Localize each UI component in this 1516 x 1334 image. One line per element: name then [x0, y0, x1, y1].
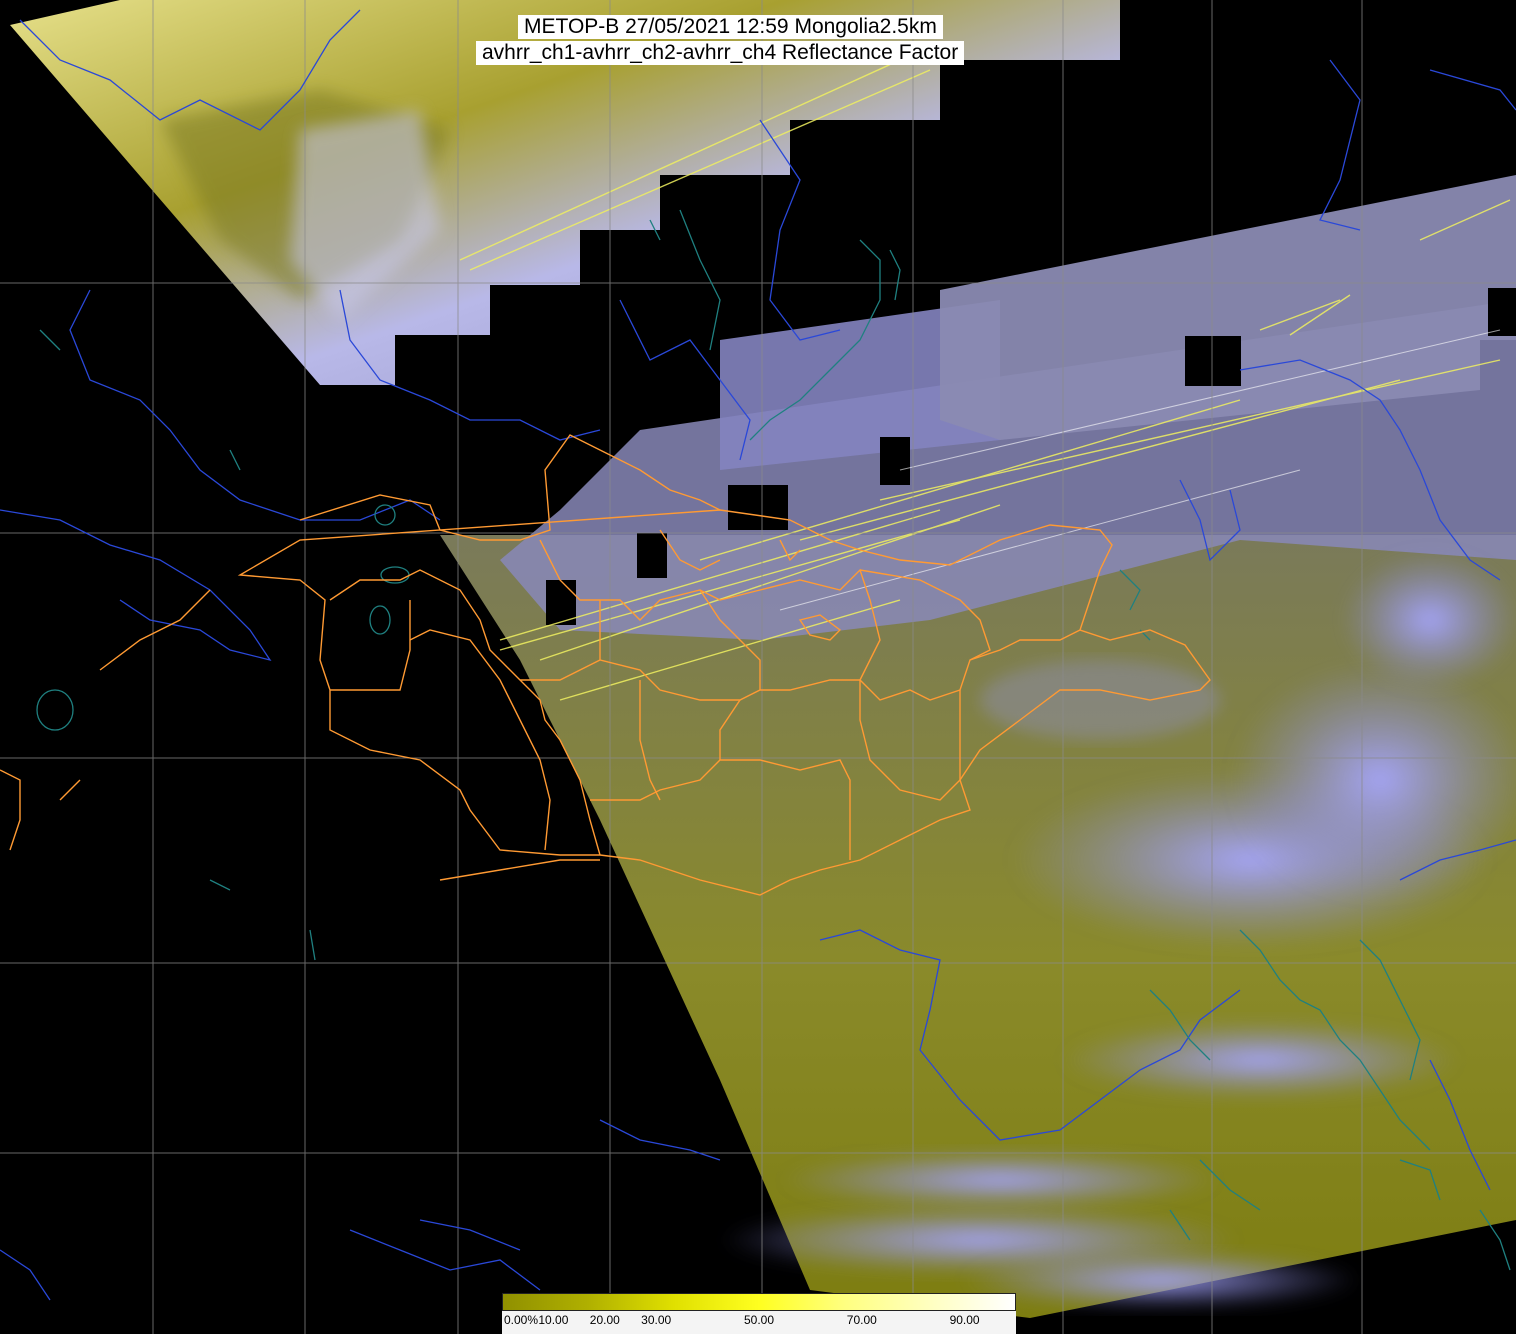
colorbar-label-0: 0.00%	[504, 1313, 539, 1327]
colorbar-label-50: 50.00	[743, 1313, 775, 1327]
colorbar-label-20: 20.00	[589, 1313, 620, 1327]
colorbar-label-10: 10.00	[538, 1313, 569, 1327]
colorbar-label-90: 90.00	[949, 1313, 980, 1327]
map-title-line-2: avhrr_ch1-avhrr_ch2-avhrr_ch4 Reflectanc…	[476, 41, 965, 65]
colorbar-label-30: 30.00	[641, 1313, 672, 1327]
colorbar-label-70: 70.00	[846, 1313, 877, 1327]
map-title-line-1: METOP-B 27/05/2021 12:59 Mongolia2.5km	[518, 15, 943, 39]
colorbar-gradient	[502, 1293, 1016, 1311]
satellite-map	[0, 0, 1516, 1334]
colorbar-legend: 0.00% 10.00 20.00 30.00 50.00 70.00 90.0…	[502, 1293, 1016, 1334]
